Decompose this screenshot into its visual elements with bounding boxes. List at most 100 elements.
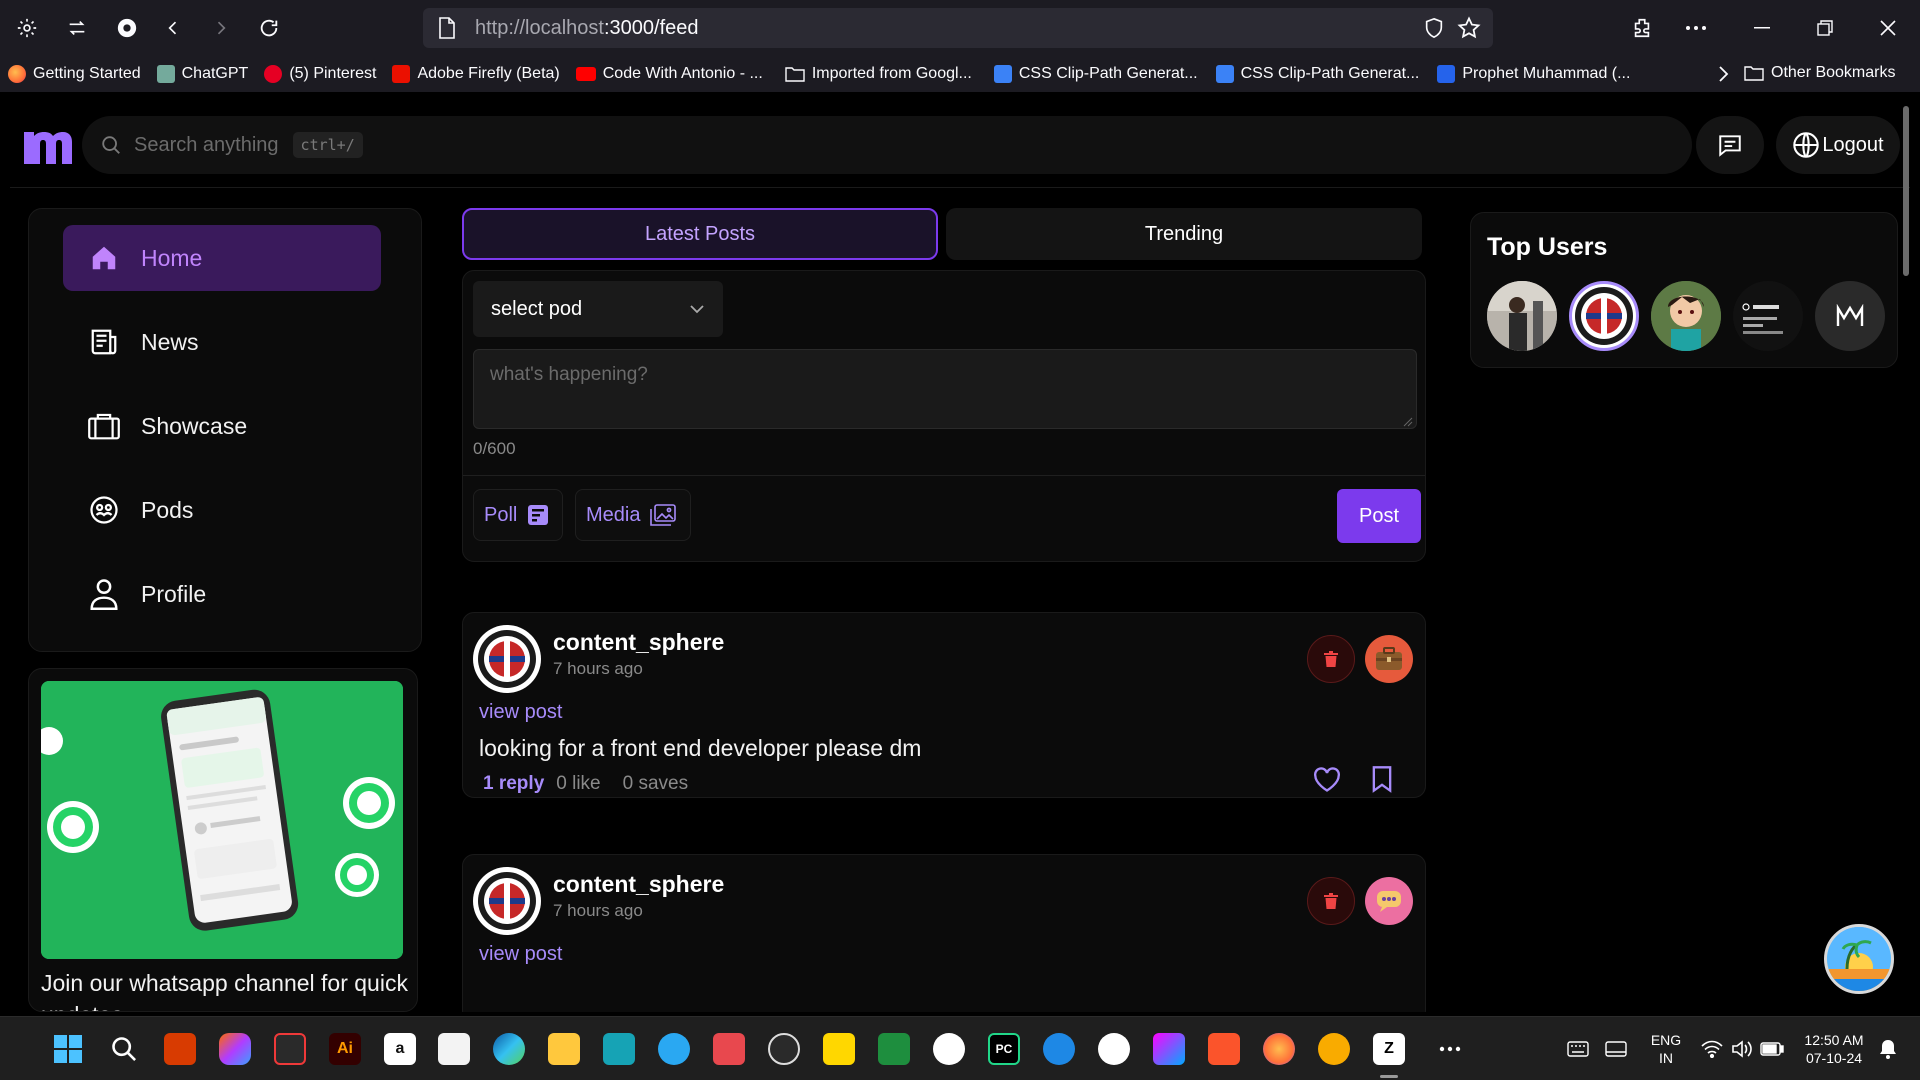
sync-icon[interactable] [56,7,98,49]
zed-icon[interactable]: Z [1373,1033,1405,1065]
avatar[interactable] [473,625,541,693]
top-user-avatar[interactable] [1569,281,1639,351]
tab-latest-posts[interactable]: Latest Posts [462,208,938,260]
wifi-icon[interactable] [1696,1033,1728,1065]
scrollbar-thumb[interactable] [1903,106,1909,276]
url-bar[interactable]: http://localhost:3000/feed [423,8,1493,48]
avatar[interactable] [473,867,541,935]
back-icon[interactable] [152,7,194,49]
more-menu-icon[interactable] [1674,8,1718,48]
chrome-canary-icon[interactable] [1318,1033,1350,1065]
more-apps-icon[interactable] [1434,1033,1466,1065]
heart-icon[interactable] [1313,767,1341,793]
amazon-icon[interactable]: a [384,1033,416,1065]
bookmark-css-clip-path-1[interactable]: CSS Clip-Path Generat... [993,65,1198,83]
search-icon[interactable] [108,1033,140,1065]
keyboard-icon[interactable] [1562,1033,1594,1065]
sidebar-item-pods[interactable]: Pods [63,477,381,543]
bookmark-icon[interactable] [1371,765,1393,793]
bookmark-css-clip-path-2[interactable]: CSS Clip-Path Generat... [1215,65,1419,83]
extensions-icon[interactable] [1620,8,1664,48]
delete-post-button[interactable] [1307,635,1355,683]
sidebar-item-profile[interactable]: Profile [63,561,381,627]
brave-icon[interactable] [1208,1033,1240,1065]
media-button[interactable]: Media [575,489,691,541]
bookmark-prophet-muhammad[interactable]: Prophet Muhammad (... [1437,65,1630,83]
view-post-link[interactable]: view post [479,943,562,966]
top-user-avatar[interactable] [1815,281,1885,351]
sidebar-item-home[interactable]: Home [63,225,381,291]
home-icon [87,241,121,275]
select-pod-dropdown[interactable]: select pod [473,281,723,337]
restore-icon[interactable] [1803,8,1847,48]
delete-post-button[interactable] [1307,877,1355,925]
bookmark-adobe-firefly[interactable]: Adobe Firefly (Beta) [392,65,560,83]
edge-icon[interactable] [493,1033,525,1065]
app-icon[interactable] [1153,1033,1185,1065]
forward-icon[interactable] [200,7,242,49]
tool-icon[interactable] [603,1033,635,1065]
shield-icon[interactable] [1423,17,1445,39]
whatsapp-icon[interactable] [1098,1033,1130,1065]
view-post-link[interactable]: view post [479,701,562,724]
pod-avatar[interactable] [1365,635,1413,683]
logout-button[interactable]: Logout [1776,116,1900,174]
app-logo[interactable] [22,124,74,168]
bookmark-other[interactable]: Other Bookmarks [1744,64,1895,82]
extension-icon[interactable] [106,7,148,49]
file-explorer-icon[interactable] [548,1033,580,1065]
whatsapp-promo-card[interactable]: Join our whatsapp channel for quick upda… [28,668,418,1012]
obs-icon[interactable] [768,1033,800,1065]
volume-icon[interactable] [1726,1033,1758,1065]
app-icon[interactable] [713,1033,745,1065]
illustrator-icon[interactable]: Ai [329,1033,361,1065]
pycharm-icon[interactable]: PC [988,1033,1020,1065]
bookmark-pinterest[interactable]: (5) Pinterest [264,65,376,83]
top-user-avatar[interactable] [1733,281,1803,351]
post-username[interactable]: content_sphere [553,629,724,656]
post-textarea[interactable]: what's happening? [473,349,1417,429]
microsoft-store-icon[interactable] [438,1033,470,1065]
bookmarks-overflow-icon[interactable] [1716,65,1730,83]
poll-button[interactable]: Poll [473,489,563,541]
github-icon[interactable] [933,1033,965,1065]
post-button[interactable]: Post [1337,489,1421,543]
sheets-icon[interactable] [878,1033,910,1065]
copilot-icon[interactable] [219,1033,251,1065]
textarea-resize-handle-icon[interactable] [1403,417,1413,427]
bookmark-chatgpt[interactable]: ChatGPT [156,65,248,83]
floating-avatar-button[interactable] [1824,924,1894,994]
search-bar[interactable]: Search anything ctrl+/ [82,116,1692,174]
top-user-avatar[interactable] [1651,281,1721,351]
bookmark-folder-imported[interactable]: Imported from Googl... [785,65,972,83]
reply-count[interactable]: 1 reply [483,773,544,795]
page-icon [437,17,457,39]
minimize-icon[interactable] [1740,8,1784,48]
sidebar-item-showcase[interactable]: Showcase [63,393,381,459]
bookmark-getting-started[interactable]: Getting Started [8,65,141,83]
settings-icon[interactable] [6,7,48,49]
messages-button[interactable] [1696,116,1764,174]
pod-avatar[interactable] [1365,877,1413,925]
language-indicator[interactable]: ENG IN [1648,1031,1684,1067]
sidebar-item-news[interactable]: News [63,309,381,375]
star-icon[interactable] [1457,16,1481,40]
battery-icon[interactable] [1756,1033,1788,1065]
post-username[interactable]: content_sphere [553,871,724,898]
firefox-icon[interactable] [1263,1033,1295,1065]
clock[interactable]: 12:50 AM 07-10-24 [1794,1031,1874,1067]
notification-bell-icon[interactable] [1872,1033,1904,1065]
office-icon[interactable] [164,1033,196,1065]
vivaldi-icon[interactable] [274,1033,306,1065]
display-icon[interactable] [1600,1033,1632,1065]
close-window-icon[interactable] [1866,8,1910,48]
tab-trending[interactable]: Trending [946,208,1422,260]
search-input[interactable]: Search anything [134,134,279,157]
app-icon[interactable] [823,1033,855,1065]
windows-start-icon[interactable] [52,1033,84,1065]
bookmark-code-with-antonio[interactable]: Code With Antonio - ... [575,65,763,83]
app-store-icon[interactable] [1043,1033,1075,1065]
top-user-avatar[interactable] [1487,281,1557,351]
app-icon[interactable] [658,1033,690,1065]
reload-icon[interactable] [248,7,290,49]
